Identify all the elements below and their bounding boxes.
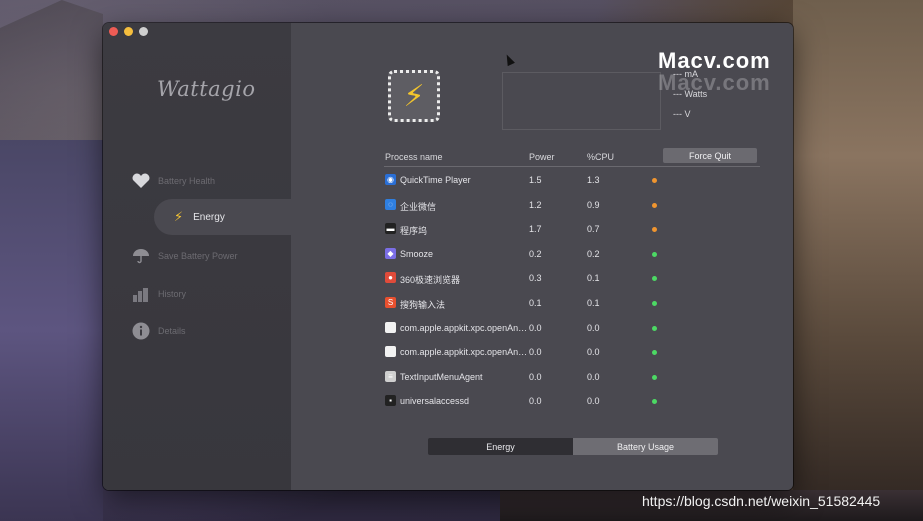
table-row[interactable]: com.apple.appkit.xpc.openAndSavePanelSer… bbox=[384, 318, 760, 340]
status-dot-icon bbox=[652, 202, 657, 208]
process-power: 0.0 bbox=[529, 322, 542, 333]
column-header-power[interactable]: Power bbox=[529, 152, 555, 162]
status-dot-icon bbox=[652, 251, 657, 257]
terminal-icon: ▪ bbox=[385, 395, 396, 407]
header-divider bbox=[384, 166, 760, 167]
table-row[interactable]: ◌ 企业微信 1.2 0.9 bbox=[384, 195, 760, 217]
process-cpu: 0.0 bbox=[587, 396, 600, 407]
process-name: 企业微信 bbox=[400, 201, 437, 212]
process-cpu: 0.0 bbox=[587, 322, 600, 333]
process-name: com.apple.appkit.xpc.openAndSavePanelSer… bbox=[400, 322, 532, 333]
heart-icon bbox=[131, 173, 151, 189]
process-cpu: 0.7 bbox=[587, 224, 600, 235]
dock-icon: ▬ bbox=[385, 223, 396, 235]
sidebar-item-details[interactable]: Details bbox=[131, 320, 186, 342]
status-dot-icon bbox=[652, 399, 657, 405]
wecom-icon: ◌ bbox=[385, 198, 396, 210]
info-icon bbox=[131, 322, 151, 340]
sidebar-item-label: Save Battery Power bbox=[158, 251, 238, 261]
tab-energy[interactable]: Energy bbox=[428, 438, 573, 455]
sidebar-item-history[interactable]: History bbox=[131, 283, 186, 305]
browser-360-icon: ● bbox=[385, 272, 396, 284]
process-name: TextInputMenuAgent bbox=[400, 371, 483, 382]
umbrella-icon bbox=[131, 248, 151, 264]
sogou-icon: S bbox=[385, 297, 396, 308]
tab-battery-usage[interactable]: Battery Usage bbox=[573, 438, 718, 455]
sidebar-item-label: Details bbox=[158, 326, 186, 336]
window-controls bbox=[109, 27, 148, 36]
app-logo: Wattagio bbox=[157, 77, 256, 101]
process-name: com.apple.appkit.xpc.openAndSavePanelSer… bbox=[400, 347, 532, 358]
readout-volts: --- V bbox=[673, 109, 691, 119]
watermark-text-echo: Macv.com bbox=[658, 70, 771, 95]
force-quit-button[interactable]: Force Quit bbox=[663, 148, 757, 163]
status-dot-icon bbox=[652, 178, 657, 183]
process-power: 0.0 bbox=[529, 396, 542, 407]
mouse-cursor-icon bbox=[503, 52, 515, 67]
close-button[interactable] bbox=[109, 27, 118, 36]
document-icon bbox=[385, 321, 396, 333]
column-header-process-name[interactable]: Process name bbox=[385, 152, 443, 162]
process-name: 搜狗输入法 bbox=[400, 300, 446, 310]
table-row[interactable]: S 搜狗输入法 0.1 0.1 bbox=[384, 293, 760, 315]
process-name: 360极速浏览器 bbox=[400, 275, 461, 286]
sidebar-item-energy[interactable]: ⚡ Energy bbox=[154, 199, 294, 235]
process-cpu: 0.9 bbox=[587, 199, 600, 210]
table-row[interactable]: ▬ 程序坞 1.7 0.7 bbox=[384, 219, 760, 241]
document-icon bbox=[385, 346, 396, 358]
process-cpu: 0.1 bbox=[587, 273, 600, 284]
process-power: 0.0 bbox=[529, 371, 542, 382]
history-bars-icon bbox=[131, 286, 151, 302]
process-name: 程序坞 bbox=[400, 226, 428, 237]
status-dot-icon bbox=[652, 374, 657, 380]
process-cpu: 0.1 bbox=[587, 298, 600, 308]
process-power: 0.3 bbox=[529, 273, 542, 284]
process-name: universalaccessd bbox=[400, 396, 470, 407]
process-cpu: 0.0 bbox=[587, 347, 600, 358]
process-power: 0.1 bbox=[529, 298, 542, 308]
table-row[interactable]: ≡ TextInputMenuAgent 0.0 0.0 bbox=[384, 367, 760, 389]
process-power: 0.2 bbox=[529, 248, 542, 259]
table-row[interactable]: ◉ QuickTime Player 1.5 1.3 bbox=[384, 170, 760, 192]
watermark-url: https://blog.csdn.net/weixin_51582445 bbox=[642, 493, 881, 509]
table-row[interactable]: ▪ universalaccessd 0.0 0.0 bbox=[384, 391, 760, 413]
minimize-button[interactable] bbox=[124, 27, 133, 36]
status-dot-icon bbox=[652, 227, 657, 233]
column-header-cpu[interactable]: %CPU bbox=[587, 152, 614, 162]
status-dot-icon bbox=[652, 301, 657, 306]
sidebar-item-label: Energy bbox=[193, 211, 225, 223]
process-name: Smooze bbox=[400, 248, 434, 259]
sidebar-item-label: Battery Health bbox=[158, 176, 216, 186]
process-cpu: 0.2 bbox=[587, 248, 600, 259]
process-cpu: 0.0 bbox=[587, 371, 600, 382]
table-row[interactable]: com.apple.appkit.xpc.openAndSavePanelSer… bbox=[384, 342, 760, 364]
process-power: 1.2 bbox=[529, 199, 542, 210]
status-dot-icon bbox=[652, 350, 657, 356]
process-power: 0.0 bbox=[529, 347, 542, 358]
smooze-icon: ◆ bbox=[385, 247, 396, 259]
zoom-button[interactable] bbox=[139, 27, 148, 36]
view-segmented-control: Energy Battery Usage bbox=[428, 438, 718, 455]
sidebar-item-save-battery-power[interactable]: Save Battery Power bbox=[131, 245, 238, 267]
process-cpu: 1.3 bbox=[587, 175, 600, 185]
lightning-icon: ⚡ bbox=[174, 209, 184, 224]
process-power: 1.7 bbox=[529, 224, 542, 235]
text-input-icon: ≡ bbox=[385, 370, 396, 382]
status-dot-icon bbox=[652, 276, 657, 282]
desktop-rock-left bbox=[0, 0, 103, 140]
sidebar-item-battery-health[interactable]: Battery Health bbox=[131, 170, 215, 192]
process-name: QuickTime Player bbox=[400, 175, 471, 185]
sidebar: Wattagio Battery Health ⚡ Energy Save Ba… bbox=[103, 23, 294, 490]
table-row[interactable]: ◆ Smooze 0.2 0.2 bbox=[384, 244, 760, 266]
desktop-rock-right bbox=[793, 0, 923, 521]
table-row[interactable]: ● 360极速浏览器 0.3 0.1 bbox=[384, 268, 760, 290]
desktop-sea-left bbox=[0, 140, 103, 521]
cpu-chip-lightning-icon: ⚡ bbox=[388, 70, 440, 122]
sidebar-item-label: History bbox=[158, 289, 187, 299]
quicktime-icon: ◉ bbox=[385, 174, 396, 185]
process-power: 1.5 bbox=[529, 175, 542, 185]
power-graph bbox=[502, 72, 661, 130]
status-dot-icon bbox=[652, 325, 657, 331]
